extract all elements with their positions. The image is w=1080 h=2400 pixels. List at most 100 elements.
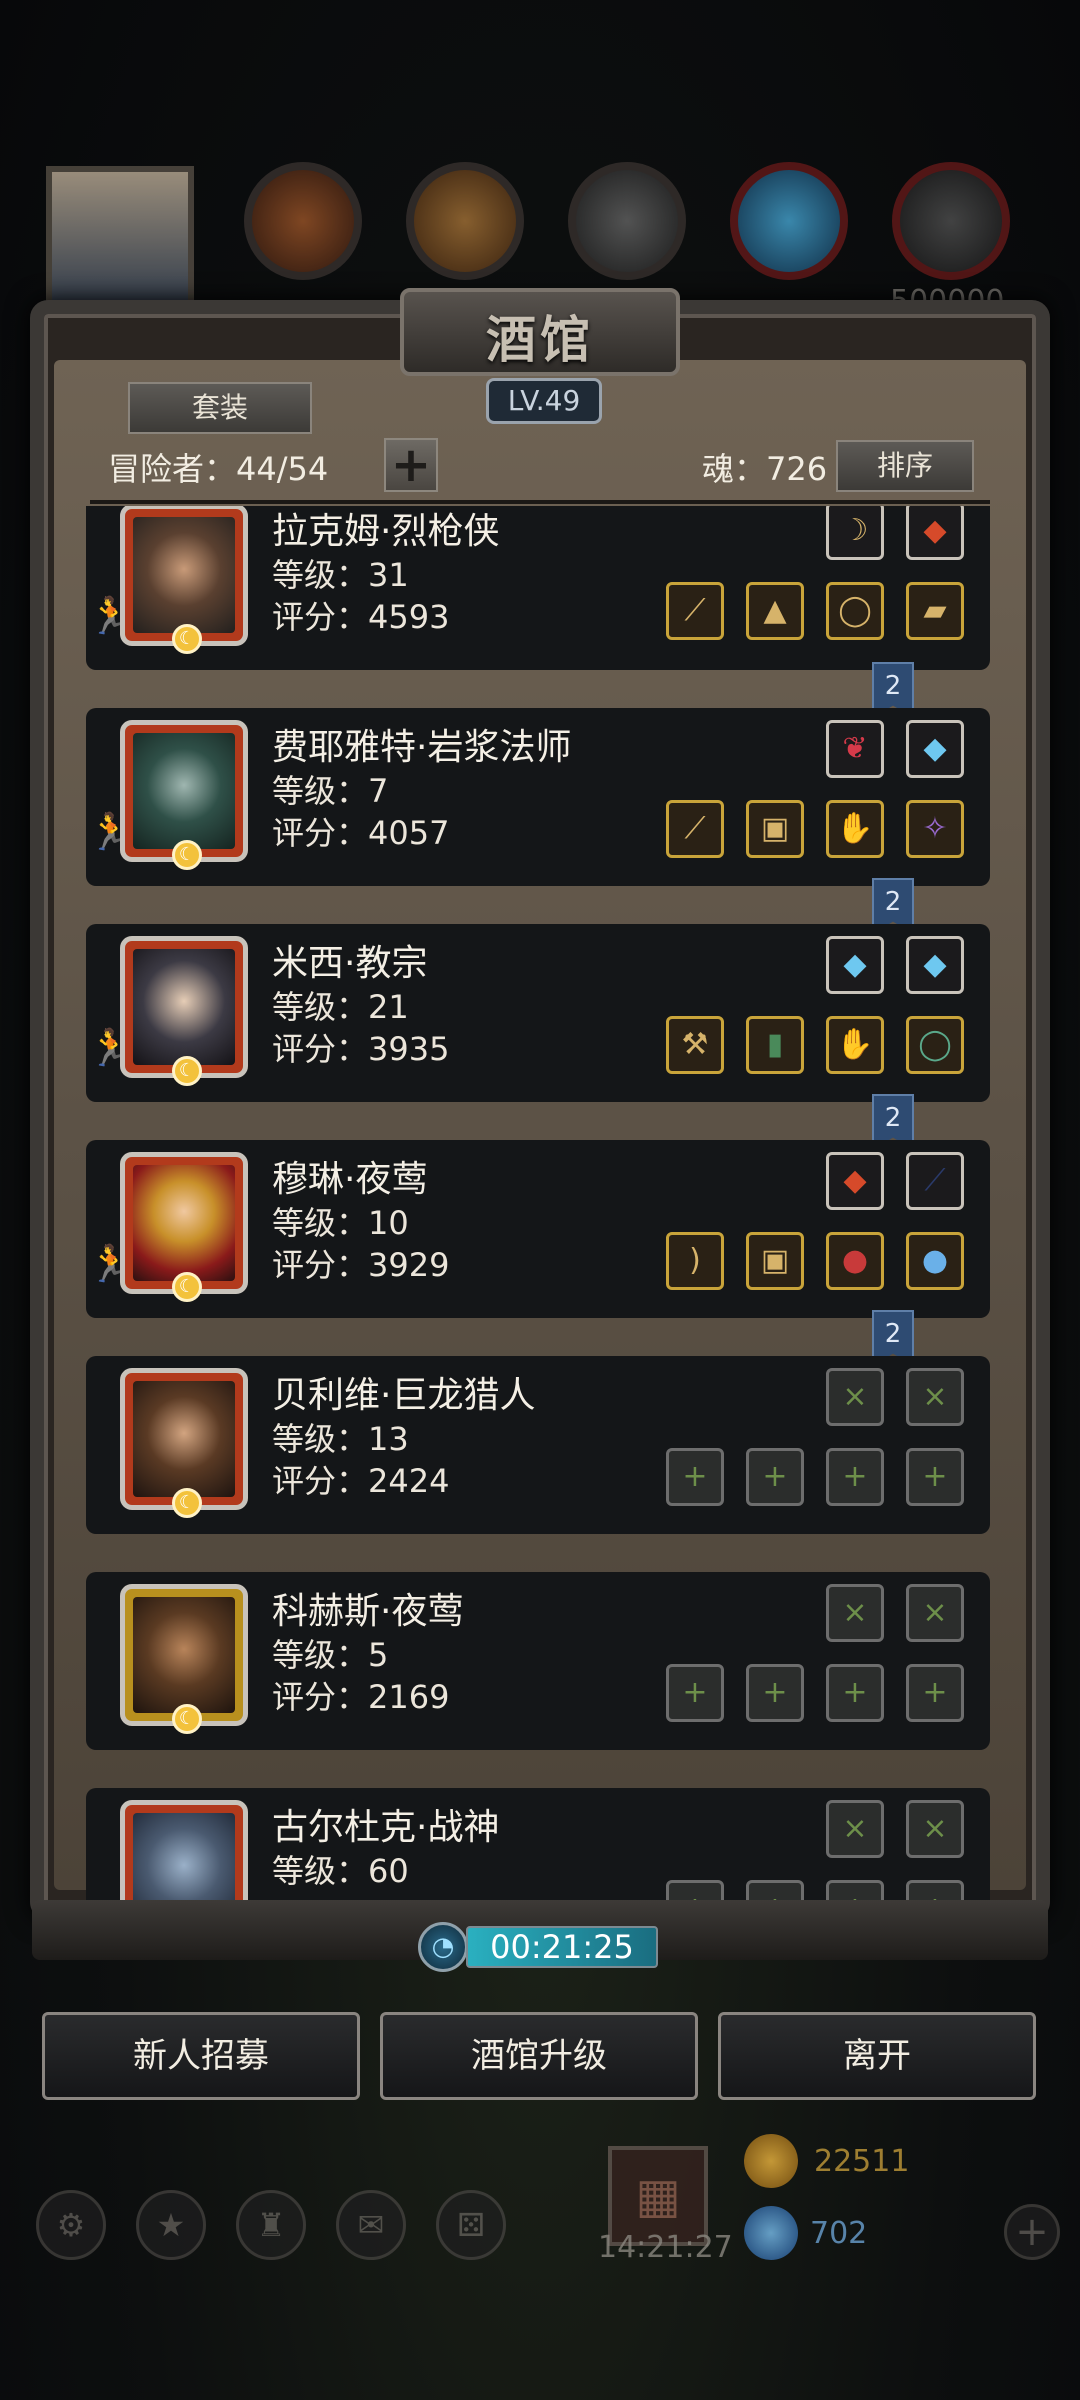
red-feather-icon[interactable]: ❦ (826, 720, 884, 778)
empty-armor-icon[interactable]: + (746, 1448, 804, 1506)
bow-icon[interactable]: ) (666, 1232, 724, 1290)
hero-card[interactable]: 古尔杜克·战神 等级：60 ⨯ ⨯ + + + + (86, 1788, 990, 1900)
robe-icon[interactable]: ▮ (746, 1016, 804, 1074)
empty-ring-icon[interactable]: + (906, 1880, 964, 1900)
empty-ring-icon[interactable]: + (906, 1448, 964, 1506)
red-orb-icon[interactable]: ● (826, 1232, 884, 1290)
gold-amount: 22511 (814, 2144, 910, 2179)
blue-crystal-icon[interactable]: ◆ (906, 720, 964, 778)
moon-icon: ☾ (172, 1704, 202, 1734)
runner-icon: 🏃 (88, 1028, 133, 1069)
empty-weapon-icon[interactable]: + (666, 1664, 724, 1722)
divider (90, 500, 990, 504)
red-gem-icon[interactable]: ◆ (906, 506, 964, 560)
dice-icon: ⚄ (436, 2190, 506, 2260)
runner-icon: 🏃 (88, 812, 133, 853)
empty-ring-icon[interactable]: + (826, 1448, 884, 1506)
hero-card[interactable]: 🏃 ☾ 穆琳·夜莺 等级：10 评分：3929 ◆ ⟋ ) ▣ ● ● (86, 1140, 990, 1318)
hero-name: 费耶雅特·岩浆法师 (272, 727, 572, 768)
gem-amount: 702 (810, 2216, 868, 2251)
runner-icon: 🏃 (88, 596, 133, 637)
spear-icon[interactable]: ⟋ (666, 582, 724, 640)
empty-ring-icon[interactable]: + (906, 1664, 964, 1722)
hero-score: 评分：4057 (272, 814, 450, 852)
gold-coin-icon (744, 2134, 798, 2188)
hero-level: 等级：31 (272, 556, 409, 594)
empty-armor-icon[interactable]: + (746, 1880, 804, 1900)
empty-ring-icon[interactable]: + (826, 1880, 884, 1900)
empty-weapon-icon[interactable]: + (666, 1448, 724, 1506)
cloak-icon[interactable]: ▲ (746, 582, 804, 640)
armor-icon[interactable]: ▣ (746, 1232, 804, 1290)
hero-level: 等级：10 (272, 1204, 409, 1242)
leave-button[interactable]: 离开 (718, 2012, 1036, 2100)
star-icon: ★ (136, 2190, 206, 2260)
hero-name: 拉克姆·烈枪侠 (272, 511, 500, 552)
gauntlet-icon[interactable]: ✋ (826, 800, 884, 858)
gift-timer: 14:21:27 (598, 2230, 733, 2265)
empty-slot-icon[interactable]: ⨯ (826, 1584, 884, 1642)
gem-icon (744, 2206, 798, 2260)
sort-button[interactable]: 排序 (836, 440, 974, 492)
mail-icon: ✉ (336, 2190, 406, 2260)
boot-icon[interactable]: ▰ (906, 582, 964, 640)
tavern-level-badge: LV.49 (486, 378, 602, 424)
empty-slot-icon[interactable]: ⨯ (826, 1800, 884, 1858)
plus-icon[interactable]: + (384, 438, 438, 492)
adventurer-count: 冒险者：44/54 (108, 450, 329, 488)
hero-name: 科赫斯·夜莺 (272, 1591, 464, 1632)
hero-level: 等级：21 (272, 988, 409, 1026)
empty-slot-icon[interactable]: ⨯ (826, 1368, 884, 1426)
set-button[interactable]: 套装 (128, 382, 312, 434)
hero-portrait (120, 1800, 248, 1900)
crystal-resource-icon (730, 162, 848, 280)
hero-card[interactable]: 🏃 ☾ 拉克姆·烈枪侠 等级：31 评分：4593 ☽ ◆ ⟋ ▲ ◯ ▰ (86, 506, 990, 670)
crescent-horn-icon[interactable]: ☽ (826, 506, 884, 560)
hero-card[interactable]: 🏃 ☾ 费耶雅特·岩浆法师 等级：7 评分：4057 ❦ ◆ ⟋ ▣ ✋ ✧ (86, 708, 990, 886)
settings-icon: ⚙ (36, 2190, 106, 2260)
moon-icon: ☾ (172, 624, 202, 654)
hero-score: 评分：2424 (272, 1462, 450, 1500)
armor-icon[interactable]: ▣ (746, 800, 804, 858)
iron-resource-icon (568, 162, 686, 280)
clock-icon: ◔ (418, 1922, 468, 1972)
empty-slot-icon[interactable]: ⨯ (906, 1800, 964, 1858)
ring-icon[interactable]: ◯ (906, 1016, 964, 1074)
blue-crystal-icon[interactable]: ◆ (826, 936, 884, 994)
hero-card[interactable]: ☾ 贝利维·巨龙猎人 等级：13 评分：2424 ⨯ ⨯ + + + + (86, 1356, 990, 1534)
staff-icon[interactable]: ⟋ (666, 800, 724, 858)
hero-card[interactable]: 🏃 ☾ 米西·教宗 等级：21 评分：3935 ◆ ◆ ⚒ ▮ ✋ ◯ (86, 924, 990, 1102)
dark-blade-icon[interactable]: ⟋ (906, 1152, 964, 1210)
steel-resource-icon (892, 162, 1010, 280)
blue-orb-icon[interactable]: ● (906, 1232, 964, 1290)
hero-name: 古尔杜克·战神 (272, 1807, 500, 1848)
hero-score: 评分：4593 (272, 598, 450, 636)
empty-weapon-icon[interactable]: + (666, 1880, 724, 1900)
plank-resource-icon (406, 162, 524, 280)
amulet-icon[interactable]: ✧ (906, 800, 964, 858)
refresh-timer: 00:21:25 (466, 1926, 658, 1968)
hero-name: 穆琳·夜莺 (272, 1159, 428, 1200)
add-currency-icon: + (1004, 2204, 1060, 2260)
ring-icon[interactable]: ◯ (826, 582, 884, 640)
empty-armor-icon[interactable]: + (746, 1664, 804, 1722)
blue-crystal-icon[interactable]: ◆ (906, 936, 964, 994)
hero-card[interactable]: ☾ 科赫斯·夜莺 等级：5 评分：2169 ⨯ ⨯ + + + + (86, 1572, 990, 1750)
red-gem-icon[interactable]: ◆ (826, 1152, 884, 1210)
empty-slot-icon[interactable]: ⨯ (906, 1368, 964, 1426)
empty-ring-icon[interactable]: + (826, 1664, 884, 1722)
hero-level: 等级：7 (272, 772, 389, 810)
hero-score: 评分：3929 (272, 1246, 450, 1284)
moon-icon: ☾ (172, 1272, 202, 1302)
moon-icon: ☾ (172, 1488, 202, 1518)
hammer-icon[interactable]: ⚒ (666, 1016, 724, 1074)
hero-level: 等级：5 (272, 1636, 389, 1674)
empty-slot-icon[interactable]: ⨯ (906, 1584, 964, 1642)
hero-list[interactable]: 🏃 ☾ 拉克姆·烈枪侠 等级：31 评分：4593 ☽ ◆ ⟋ ▲ ◯ ▰ 2 … (86, 506, 998, 1900)
tavern-upgrade-button[interactable]: 酒馆升级 (380, 2012, 698, 2100)
recruit-button[interactable]: 新人招募 (42, 2012, 360, 2100)
panel-title: 酒馆 (486, 310, 594, 369)
hero-name: 贝利维·巨龙猎人 (272, 1375, 536, 1416)
glove-icon[interactable]: ✋ (826, 1016, 884, 1074)
hero-score: 评分：3935 (272, 1030, 450, 1068)
